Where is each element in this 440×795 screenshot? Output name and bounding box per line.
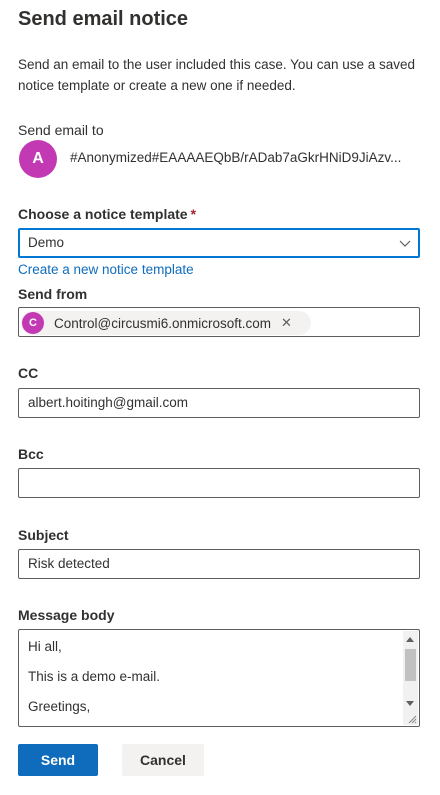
cancel-button[interactable]: Cancel (122, 744, 204, 776)
panel-description: Send an email to the user included this … (18, 57, 416, 93)
template-selected: Demo (28, 235, 65, 250)
cc-field[interactable]: albert.hoitingh@gmail.com (18, 388, 420, 418)
message-text: Hi all, This is a demo e-mail. Greetings… (28, 639, 161, 726)
close-icon[interactable]: ✕ (281, 315, 292, 331)
send-from-label: Send from (18, 286, 88, 302)
subject-field[interactable]: Risk detected (18, 549, 420, 579)
subject-value: Risk detected (28, 556, 110, 571)
sender-address: Control@circusmi6.onmicrosoft.com (54, 315, 272, 331)
template-label-text: Choose a notice template (18, 206, 188, 222)
recipient-avatar: A (19, 140, 57, 178)
panel-title: Send email notice (18, 8, 189, 30)
chevron-down-icon (399, 240, 411, 247)
send-to-label: Send email to (18, 122, 104, 138)
subject-label: Subject (18, 527, 69, 543)
scroll-thumb[interactable] (405, 649, 416, 681)
message-label: Message body (18, 607, 115, 623)
scroll-up-icon[interactable] (406, 637, 414, 642)
message-body-textarea[interactable]: Hi all, This is a demo e-mail. Greetings… (18, 629, 420, 727)
message-line: Hi all, (28, 639, 62, 654)
send-button[interactable]: Send (18, 744, 98, 776)
cc-label: CC (18, 365, 39, 381)
sender-avatar: C (22, 312, 44, 334)
message-line: This is a demo e-mail. (28, 669, 161, 684)
message-line: Greetings, (28, 699, 91, 714)
cc-value: albert.hoitingh@gmail.com (28, 395, 189, 410)
required-mark: * (190, 206, 197, 222)
scroll-down-icon[interactable] (406, 701, 414, 706)
message-scrollbar[interactable] (403, 631, 418, 725)
template-label: Choose a notice template * (18, 206, 196, 222)
resize-grip-icon[interactable] (407, 714, 417, 724)
bcc-field[interactable] (18, 468, 420, 498)
send-from-field[interactable]: C Control@circusmi6.onmicrosoft.com ✕ (18, 307, 420, 337)
recipient-address: #Anonymized#EAAAAEQbB/rADab7aGkrHNiD9JiA… (70, 150, 402, 165)
sender-chip: C Control@circusmi6.onmicrosoft.com ✕ (21, 311, 311, 335)
bcc-label: Bcc (18, 446, 44, 462)
template-dropdown[interactable]: Demo (18, 228, 420, 258)
create-template-link[interactable]: Create a new notice template (18, 262, 194, 277)
